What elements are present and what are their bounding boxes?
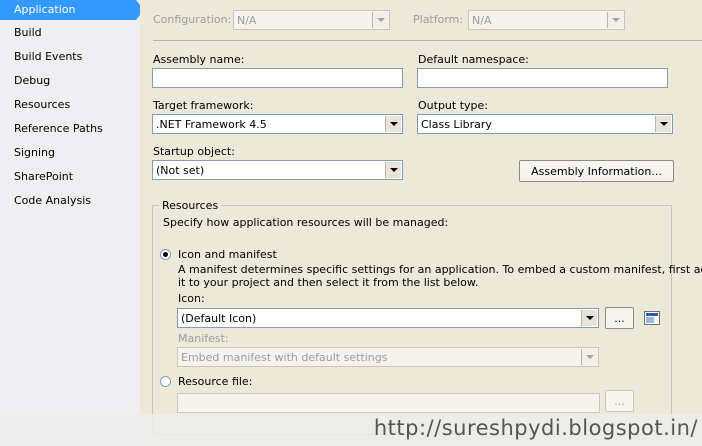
manifest-description-line1: A manifest determines specific settings … [178,263,702,276]
sidebar-item-reference-paths[interactable]: Reference Paths [0,119,136,139]
sidebar-item-code-analysis[interactable]: Code Analysis [0,191,136,211]
icon-browse-button[interactable]: ... [605,307,634,329]
configuration-dropdown[interactable]: N/A [233,10,390,30]
icon-label: Icon: [178,292,205,305]
target-framework-dropdown[interactable]: .NET Framework 4.5 [152,114,403,134]
resource-file-label[interactable]: Resource file: [178,375,252,388]
resource-file-radio[interactable] [160,376,171,387]
sidebar-item-sharepoint[interactable]: SharePoint [0,167,136,187]
application-properties-panel: Configuration: N/A Platform: N/A Assembl… [140,0,702,446]
sidebar-item-application[interactable]: Application [0,0,144,20]
resource-file-input[interactable] [177,393,600,413]
radio-selected-dot [163,252,168,257]
watermark-url: http://sureshpydi.blogspot.in/ [373,416,698,440]
assembly-information-button[interactable]: Assembly Information... [519,160,674,182]
startup-object-label: Startup object: [153,145,235,158]
assembly-name-label: Assembly name: [153,53,245,66]
chevron-down-icon [655,116,671,132]
resources-group-title: Resources [159,199,222,212]
platform-value: N/A [472,14,492,27]
sidebar: Application Build Build Events Debug Res… [0,0,144,446]
platform-label: Platform: [413,13,464,26]
application-icon-preview [644,311,660,325]
target-framework-label: Target framework: [153,99,254,112]
resources-description: Specify how application resources will b… [163,216,449,229]
manifest-value: Embed manifest with default settings [181,351,388,364]
startup-object-value: (Not set) [156,164,205,177]
manifest-description-line2: it to your project and then select it fr… [178,276,479,289]
output-type-label: Output type: [418,99,488,112]
sidebar-item-build-events[interactable]: Build Events [0,47,136,67]
chevron-down-icon [581,310,597,326]
default-namespace-input[interactable] [417,68,668,88]
chevron-down-icon [372,12,388,28]
platform-dropdown[interactable]: N/A [468,10,625,30]
default-namespace-label: Default namespace: [418,53,529,66]
manifest-dropdown[interactable]: Embed manifest with default settings [177,347,599,367]
chevron-down-icon [607,12,623,28]
configuration-label: Configuration: [153,13,232,26]
watermark-bar: http://sureshpydi.blogspot.in/ [0,414,702,446]
output-type-value: Class Library [421,118,492,131]
target-framework-value: .NET Framework 4.5 [156,118,267,131]
icon-value: (Default Icon) [181,312,257,325]
chevron-down-icon [385,116,401,132]
output-type-dropdown[interactable]: Class Library [417,114,673,134]
sidebar-item-debug[interactable]: Debug [0,71,136,91]
icon-and-manifest-radio[interactable] [160,249,171,260]
manifest-label: Manifest: [178,332,229,345]
assembly-name-input[interactable] [152,68,403,88]
separator [153,40,702,41]
sidebar-item-resources[interactable]: Resources [0,95,136,115]
configuration-value: N/A [237,14,257,27]
resource-file-browse-button[interactable]: ... [605,390,634,412]
chevron-down-icon [385,162,401,178]
icon-dropdown[interactable]: (Default Icon) [177,308,599,328]
sidebar-item-build[interactable]: Build [0,23,136,43]
icon-and-manifest-label[interactable]: Icon and manifest [178,248,277,261]
chevron-down-icon [581,349,597,365]
sidebar-item-signing[interactable]: Signing [0,143,136,163]
startup-object-dropdown[interactable]: (Not set) [152,160,403,180]
